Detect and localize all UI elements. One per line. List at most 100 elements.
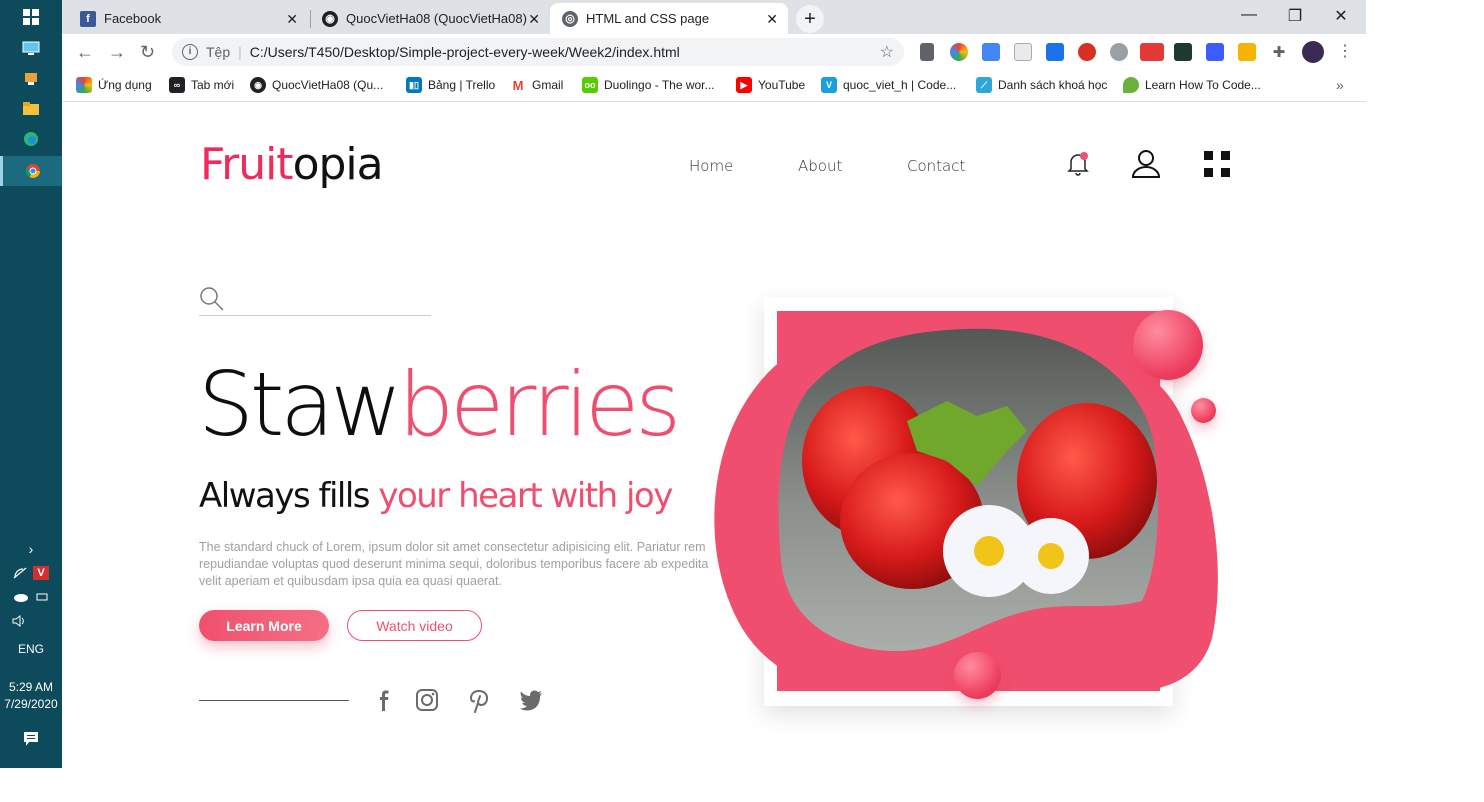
extension-translate-icon[interactable]: [982, 43, 1000, 61]
bookmark-apps[interactable]: Ứng dụng: [76, 77, 152, 93]
bookmark-learn-code[interactable]: Learn How To Code...: [1123, 77, 1261, 93]
twitter-icon[interactable]: [518, 687, 544, 713]
minimize-button[interactable]: —: [1226, 6, 1272, 24]
extension-cursor-icon[interactable]: [1174, 43, 1192, 61]
menu-grid-icon[interactable]: [1204, 151, 1230, 177]
tab-label: HTML and CSS page: [586, 11, 710, 26]
instagram-icon[interactable]: [414, 687, 440, 713]
this-pc-icon[interactable]: [0, 34, 62, 64]
hero-description: The standard chuck of Lorem, ipsum dolor…: [199, 540, 709, 588]
extension-new-icon[interactable]: [1140, 43, 1164, 61]
extension-flag-icon[interactable]: [920, 43, 934, 61]
browser-toolbar: ← → ↻ i Tệp | C:/Users/T450/Desktop/Simp…: [62, 34, 1366, 70]
youtube-icon: ▶: [736, 77, 752, 93]
extension-drop-icon[interactable]: [1046, 43, 1064, 61]
bookmark-youtube[interactable]: ▶ YouTube: [736, 77, 805, 93]
extension-compass-icon[interactable]: [1110, 43, 1128, 61]
restore-button[interactable]: ❐: [1272, 6, 1318, 26]
facebook-icon: f: [80, 10, 96, 27]
user-icon[interactable]: [1130, 149, 1162, 184]
nav-link-contact[interactable]: Contact: [907, 157, 965, 175]
bookmark-new-tab[interactable]: ∞ Tab mới: [169, 77, 234, 93]
extension-react-icon[interactable]: [1014, 43, 1032, 61]
chrome-taskbar-icon[interactable]: [0, 156, 62, 186]
close-icon[interactable]: ✕: [766, 11, 778, 28]
leaf-icon: [1123, 77, 1139, 93]
web-page: Fruitopia Home About Contact Stawberries…: [62, 103, 1366, 768]
bookmark-github[interactable]: ◉ QuocVietHa08 (Qu...: [250, 77, 383, 93]
decorative-ball-large: [1133, 310, 1203, 380]
extension-color-icon[interactable]: [950, 43, 968, 61]
close-icon[interactable]: ✕: [286, 11, 298, 28]
globe-icon: ◎: [562, 10, 578, 27]
network-icon[interactable]: [0, 64, 62, 94]
extensions-puzzle-icon[interactable]: ✚: [1270, 43, 1288, 61]
bookmarks-overflow-chevron-icon[interactable]: »: [1336, 77, 1344, 93]
address-bar[interactable]: i Tệp | C:/Users/T450/Desktop/Simple-pro…: [172, 38, 904, 66]
tab-label: Facebook: [104, 11, 162, 26]
language-indicator[interactable]: ENG: [0, 642, 62, 656]
nav-link-about[interactable]: About: [798, 157, 842, 175]
volume-icon[interactable]: [0, 606, 62, 636]
action-center-icon[interactable]: [0, 724, 62, 754]
close-window-button[interactable]: ✕: [1318, 6, 1364, 26]
watch-video-button[interactable]: Watch video: [347, 610, 482, 641]
hero-title: Stawberries: [198, 353, 681, 456]
nav-link-home[interactable]: Home: [689, 157, 733, 175]
duolingo-icon: oo: [582, 77, 598, 93]
bookmark-star-icon[interactable]: ☆: [880, 42, 894, 62]
extension-messenger-icon[interactable]: [1206, 43, 1224, 61]
address-divider: |: [238, 44, 242, 60]
url-text[interactable]: C:/Users/T450/Desktop/Simple-project-eve…: [250, 44, 680, 60]
profile-avatar[interactable]: [1302, 41, 1324, 63]
learn-more-button[interactable]: Learn More: [199, 610, 329, 641]
edge-icon[interactable]: [0, 124, 62, 154]
reload-icon[interactable]: ↻: [140, 42, 155, 63]
tab-facebook[interactable]: f Facebook ✕: [68, 3, 308, 34]
desktop-background: [0, 768, 1484, 802]
clock-date[interactable]: 7/29/2020: [0, 697, 62, 711]
course-icon: ⟋: [976, 77, 992, 93]
forward-icon[interactable]: →: [108, 42, 126, 63]
apps-icon: [76, 77, 92, 93]
new-tab-button[interactable]: +: [796, 5, 824, 33]
decorative-ball-small: [1191, 398, 1216, 423]
hero-subtitle: Always fills your heart with joy: [199, 476, 673, 516]
more-menu-icon[interactable]: ⋮: [1336, 43, 1354, 61]
pinterest-icon[interactable]: [466, 687, 492, 713]
tab-github[interactable]: ◉ QuocVietHa08 (QuocVietHa08) ✕: [310, 3, 550, 34]
codewars-icon: V: [821, 77, 837, 93]
bookmark-codewars[interactable]: V quoc_viet_h | Code...: [821, 77, 956, 93]
trello-icon: ▮▯: [406, 77, 422, 93]
facebook-icon[interactable]: [371, 687, 397, 713]
bookmark-gmail[interactable]: M Gmail: [510, 77, 563, 93]
address-scheme-label: Tệp: [206, 44, 231, 60]
site-logo[interactable]: Fruitopia: [200, 139, 384, 190]
windows-taskbar: › V ENG 5:29 AM 7/29/2020: [0, 0, 62, 768]
bell-icon[interactable]: [1066, 151, 1090, 182]
battery-icon[interactable]: [35, 591, 49, 603]
extension-folder-icon[interactable]: [1238, 43, 1256, 61]
chrome-window: f Facebook ✕ ◉ QuocVietHa08 (QuocVietHa0…: [62, 0, 1366, 768]
bookmarks-bar: Ứng dụng ∞ Tab mới ◉ QuocVietHa08 (Qu...…: [62, 70, 1366, 102]
vivaldi-tray-icon[interactable]: V: [33, 566, 49, 580]
search-icon[interactable]: [199, 286, 225, 312]
clock-time[interactable]: 5:29 AM: [0, 680, 62, 694]
strawberries-photo: [777, 311, 1160, 691]
github-icon: ◉: [322, 10, 338, 27]
close-icon[interactable]: ✕: [528, 11, 540, 28]
github-icon: ◉: [250, 77, 266, 93]
tab-strip: f Facebook ✕ ◉ QuocVietHa08 (QuocVietHa0…: [62, 0, 1366, 34]
info-icon[interactable]: i: [182, 44, 198, 60]
tab-html-css-page[interactable]: ◎ HTML and CSS page ✕: [550, 3, 788, 34]
search-field[interactable]: [199, 286, 431, 316]
gmail-icon: M: [510, 77, 526, 93]
extension-adblock-icon[interactable]: [1078, 43, 1096, 61]
bookmark-trello[interactable]: ▮▯ Bảng | Trello: [406, 77, 495, 93]
file-explorer-icon[interactable]: [0, 94, 62, 124]
back-icon[interactable]: ←: [76, 42, 94, 63]
windows-start-icon[interactable]: [0, 2, 62, 32]
social-divider: [199, 700, 349, 701]
bookmark-course-list[interactable]: ⟋ Danh sách khoá học: [976, 77, 1107, 93]
bookmark-duolingo[interactable]: oo Duolingo - The wor...: [582, 77, 715, 93]
